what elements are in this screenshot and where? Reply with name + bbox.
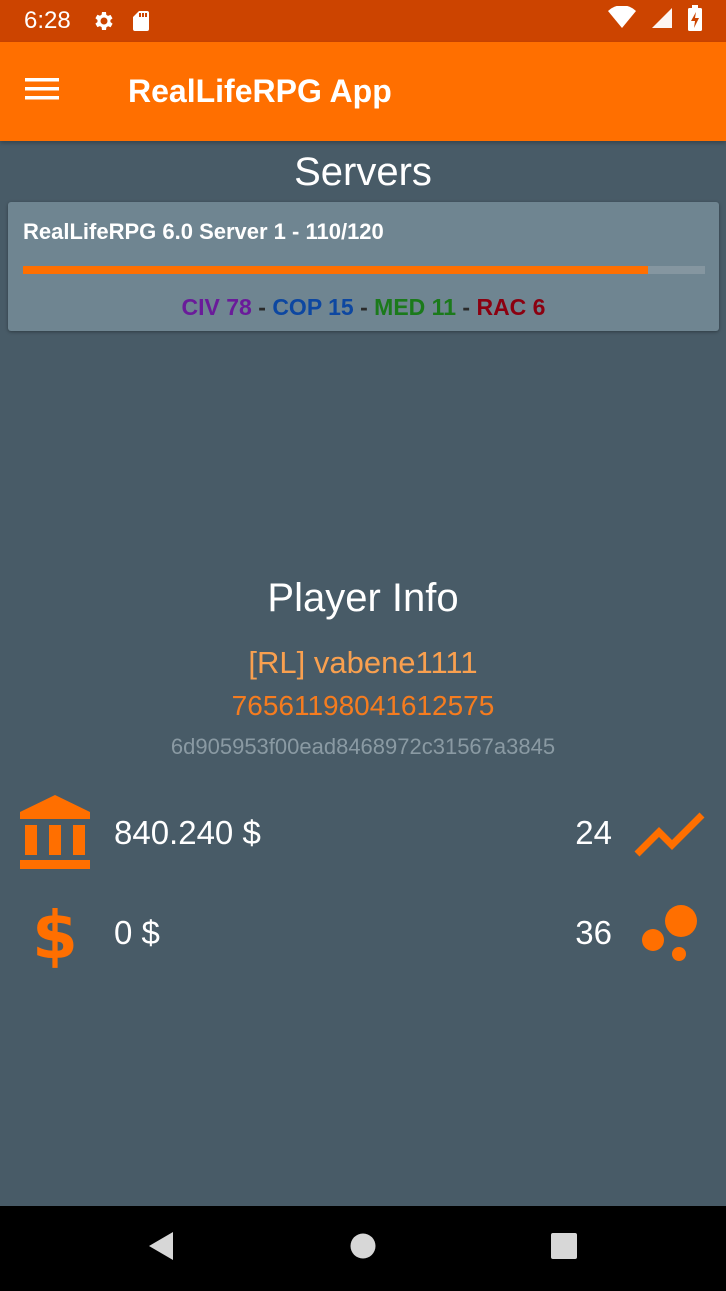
server-name: RealLifeRPG 6.0 Server 1 - 110/120 — [23, 219, 384, 244]
bank-balance: 840.240 $ — [114, 814, 261, 851]
cash-balance: 0 $ — [114, 914, 160, 951]
hamburger-menu-icon — [25, 77, 59, 106]
server-population-fill — [23, 266, 649, 274]
home-icon — [349, 1232, 377, 1265]
faction-civ: CIV 78 — [181, 294, 252, 320]
back-icon — [147, 1230, 175, 1267]
bubbles-icon — [640, 903, 700, 968]
trending-up-icon — [634, 810, 706, 863]
faction-separator: - — [456, 294, 477, 320]
sd-card-icon — [129, 9, 153, 33]
faction-separator: - — [251, 294, 273, 320]
navigation-bar — [0, 1206, 726, 1291]
bank-icon — [20, 795, 90, 876]
player-steam-id: 76561198041612575 — [231, 690, 495, 721]
player-guid: 6d905953f00ead8468972c31567a3845 — [170, 734, 556, 759]
server-population-bar — [23, 266, 705, 274]
wifi-icon — [608, 4, 636, 37]
recents-icon — [550, 1232, 578, 1265]
skill-points-value: 36 — [575, 914, 612, 951]
player-name: [RL] vabene1111 — [248, 645, 478, 680]
servers-heading: Servers — [294, 150, 432, 194]
recents-button[interactable] — [504, 1206, 624, 1291]
app-title: RealLifeRPG App — [128, 73, 392, 109]
faction-cop: COP 15 — [272, 294, 354, 320]
signal-icon — [650, 6, 674, 37]
dollar-icon: $ — [32, 897, 78, 974]
faction-med: MED 11 — [374, 294, 456, 320]
faction-rac: RAC 6 — [476, 294, 546, 320]
level-value: 24 — [575, 814, 612, 851]
server-card[interactable]: RealLifeRPG 6.0 Server 1 - 110/120 CIV 7… — [8, 202, 719, 331]
back-button[interactable] — [101, 1206, 221, 1291]
faction-counts: CIV 78 - COP 15 - MED 11 - RAC 6 — [8, 294, 719, 321]
status-time: 6:28 — [24, 7, 71, 34]
status-bar: 6:28 — [0, 0, 726, 42]
faction-separator: - — [353, 294, 375, 320]
gear-icon — [91, 9, 115, 33]
battery-charging-icon — [688, 4, 702, 38]
menu-button[interactable] — [0, 42, 98, 141]
home-button[interactable] — [303, 1206, 423, 1291]
app-bar: RealLifeRPG App — [0, 42, 726, 141]
svg-text:$: $ — [32, 898, 78, 968]
player-info-heading: Player Info — [267, 576, 459, 620]
